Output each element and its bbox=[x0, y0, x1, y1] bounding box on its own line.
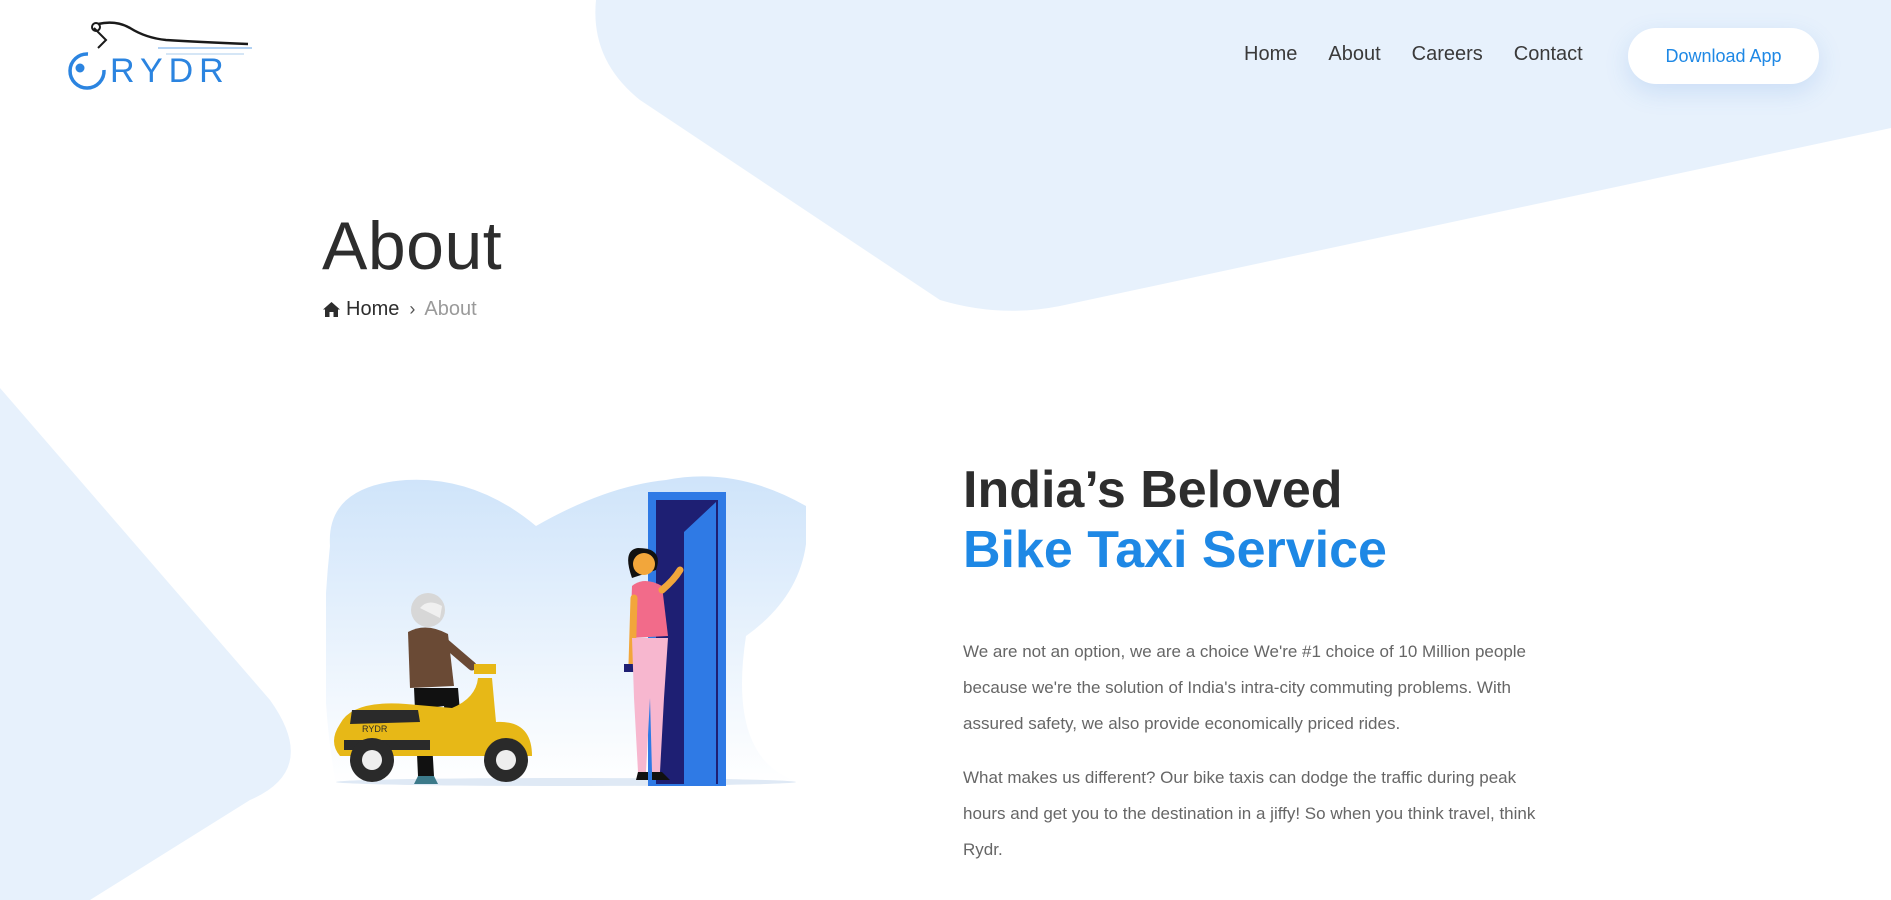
about-paragraph-1: We are not an option, we are a choice We… bbox=[963, 642, 1527, 733]
main-nav: Home About Careers Contact bbox=[1244, 43, 1583, 66]
scooter-badge: RYDR bbox=[362, 724, 388, 734]
nav-item-contact[interactable]: Contact bbox=[1514, 43, 1583, 66]
about-heading-line2: Bike Taxi Service bbox=[963, 521, 1387, 579]
breadcrumb-separator: › bbox=[409, 299, 416, 319]
about-page: RYDR Home About Careers Contact Download… bbox=[0, 0, 1891, 900]
about-heading-line1: India’s Beloved bbox=[963, 461, 1343, 519]
download-app-button[interactable]: Download App bbox=[1628, 28, 1819, 84]
breadcrumb-home-link[interactable]: Home bbox=[346, 298, 399, 321]
home-icon bbox=[323, 302, 340, 317]
nav-item-home[interactable]: Home bbox=[1244, 43, 1297, 66]
background-shapes bbox=[0, 0, 1891, 900]
rider-illustration: RYDR bbox=[326, 466, 806, 786]
rydr-logo[interactable]: RYDR bbox=[58, 18, 254, 90]
breadcrumb-current: About bbox=[424, 298, 477, 320]
about-heading: India’s Beloved Bike Taxi Service bbox=[963, 460, 1387, 580]
about-paragraph-2: What makes us different? Our bike taxis … bbox=[963, 768, 1536, 859]
nav-item-careers[interactable]: Careers bbox=[1412, 43, 1483, 66]
nav-item-about[interactable]: About bbox=[1328, 43, 1380, 66]
page-title: About bbox=[322, 208, 503, 284]
logo-wordmark: RYDR bbox=[110, 52, 230, 90]
breadcrumb: Home › About bbox=[322, 298, 477, 321]
